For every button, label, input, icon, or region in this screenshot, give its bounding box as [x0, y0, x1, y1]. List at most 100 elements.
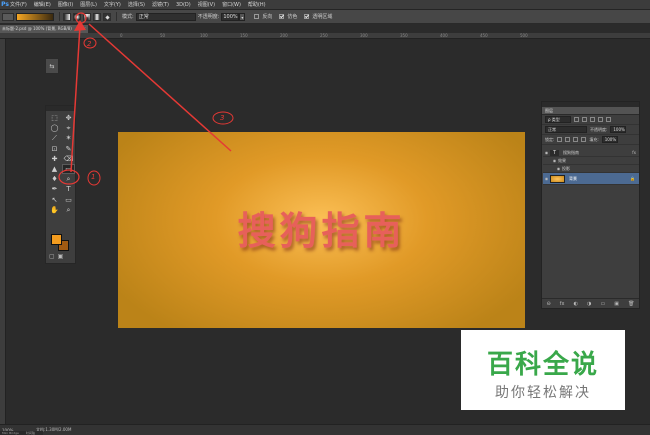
lock-position-icon[interactable]: [573, 137, 579, 142]
menu-edit[interactable]: 编辑(E): [34, 1, 51, 8]
document-canvas[interactable]: 搜狗指南: [118, 132, 525, 328]
opacity-input[interactable]: 100%: [221, 12, 240, 21]
eye-icon[interactable]: ◉: [543, 150, 550, 155]
document-tab[interactable]: 未标题-2.psd @ 100% (背景, RGB/8) ×: [0, 25, 88, 33]
reflected-gradient-button[interactable]: [93, 12, 101, 21]
eye-icon[interactable]: ◉: [555, 166, 562, 171]
tab-timeline[interactable]: 时间轴: [26, 431, 35, 435]
menu-file[interactable]: 文件(F): [10, 1, 27, 8]
eye-icon[interactable]: ◉: [551, 158, 558, 163]
add-style-icon[interactable]: fx: [560, 301, 565, 307]
path-select-tool-icon[interactable]: ↖: [48, 195, 61, 205]
rectangle-tool-icon[interactable]: ▭: [62, 195, 75, 205]
chevron-down-icon[interactable]: ▾: [239, 12, 246, 21]
quick-mask-icon[interactable]: ▢: [49, 253, 55, 260]
effects-row[interactable]: ◉ 效果: [543, 157, 639, 165]
blend-mode-select[interactable]: 正常: [545, 126, 587, 133]
gradient-tool-icon[interactable]: ▭: [62, 163, 75, 175]
drop-shadow-row[interactable]: ◉ 投影: [543, 165, 639, 173]
lock-all-icon[interactable]: [581, 137, 587, 142]
new-group-icon[interactable]: ▭: [600, 301, 605, 307]
blur-tool-icon[interactable]: ♦: [48, 174, 61, 184]
history-brush-tool-icon[interactable]: ▲: [48, 164, 61, 174]
screen-mode-icon[interactable]: ▣: [58, 253, 64, 260]
marquee-tool-icon[interactable]: ⬚: [48, 113, 61, 123]
tab-layers[interactable]: 图层: [542, 107, 639, 115]
diamond-gradient-button[interactable]: [103, 12, 111, 21]
layer-name: 搜狗指南: [563, 149, 579, 155]
lock-transparent-icon[interactable]: [557, 137, 563, 142]
vertical-ruler: [0, 39, 6, 424]
watermark-title: 百科全说: [486, 350, 599, 380]
fx-icon[interactable]: fx: [632, 150, 636, 155]
adjustment-layer-icon[interactable]: ◑: [587, 301, 591, 307]
layers-footer: ⊖ fx ◐ ◑ ▭ ▣ 🗑: [542, 298, 639, 308]
reverse-checkbox[interactable]: [254, 14, 260, 19]
new-layer-icon[interactable]: ▣: [614, 301, 619, 307]
linear-gradient-button[interactable]: [63, 12, 71, 21]
clone-stamp-tool-icon[interactable]: ✚: [48, 154, 61, 164]
filter-type-icon[interactable]: [590, 117, 595, 122]
color-swatches: [50, 233, 72, 251]
fill-input[interactable]: 100%: [601, 136, 618, 143]
brush-tool-icon[interactable]: ✎: [62, 144, 75, 154]
foreground-color-swatch[interactable]: [51, 234, 62, 245]
horizontal-ruler: 0 50 100 150 200 250 300 350 400 450 500: [0, 33, 650, 39]
menu-image[interactable]: 图像(I): [58, 1, 73, 8]
mode-select[interactable]: 正常: [135, 12, 196, 21]
tool-preset-picker[interactable]: [2, 12, 14, 21]
tab-mini-bridge[interactable]: Mini Bridge: [2, 431, 19, 435]
layers-panel: 图层 ρ 类型 正常 不透明度: 100% 锁定: 填充: 100% ◉ T 搜…: [541, 101, 640, 309]
close-icon[interactable]: ×: [83, 25, 86, 33]
menu-help[interactable]: 帮助(H): [248, 1, 266, 8]
menu-3d[interactable]: 3D(D): [176, 2, 191, 8]
menu-filter[interactable]: 滤镜(T): [152, 1, 169, 8]
layer-opacity-input[interactable]: 100%: [610, 126, 627, 133]
collapsed-panel-icon[interactable]: ⇆: [45, 58, 59, 74]
trash-icon[interactable]: 🗑: [628, 301, 634, 307]
layer-row-text[interactable]: ◉ T 搜狗指南 fx: [543, 149, 639, 157]
menu-view[interactable]: 视图(V): [198, 1, 215, 8]
dodge-tool-icon[interactable]: ⌕: [62, 174, 75, 184]
filter-smart-icon[interactable]: [606, 117, 611, 122]
menu-type[interactable]: 文字(Y): [104, 1, 121, 8]
lock-icon: 🔒: [630, 176, 635, 181]
ruler-label: 0: [120, 33, 123, 38]
reverse-label: 反向: [262, 14, 273, 20]
layer-row-background[interactable]: ◉ 背景 🔒: [543, 173, 639, 185]
crop-tool-icon[interactable]: ⟋: [48, 133, 61, 143]
mode-label: 模式:: [122, 14, 134, 20]
angle-gradient-button[interactable]: [83, 12, 91, 21]
eraser-tool-icon[interactable]: ⌫: [62, 154, 75, 164]
menu-select[interactable]: 选择(S): [128, 1, 145, 8]
zoom-tool-icon[interactable]: ⌕: [62, 205, 75, 215]
ruler-label: 100: [200, 33, 208, 38]
type-tool-icon[interactable]: T: [62, 184, 75, 194]
filter-pixel-icon[interactable]: [574, 117, 579, 122]
watermark-subtitle: 助你轻松解决: [495, 385, 591, 401]
layer-name: 背景: [569, 175, 577, 181]
filter-shape-icon[interactable]: [598, 117, 603, 122]
quick-select-tool-icon[interactable]: ⌖: [62, 123, 75, 133]
lock-pixels-icon[interactable]: [565, 137, 571, 142]
dither-checkbox[interactable]: [279, 14, 285, 19]
menu-bar: Ps 文件(F) 编辑(E) 图像(I) 图层(L) 文字(Y) 选择(S) 滤…: [0, 0, 650, 10]
link-layers-icon[interactable]: ⊖: [547, 301, 551, 307]
bottom-panel-tabs: Mini Bridge 时间轴: [0, 431, 43, 435]
gradient-editor-swatch[interactable]: [16, 12, 54, 21]
filter-adjust-icon[interactable]: [582, 117, 587, 122]
layer-filter-select[interactable]: ρ 类型: [545, 116, 571, 123]
radial-gradient-button[interactable]: [73, 12, 81, 21]
layer-filter-row: ρ 类型: [542, 115, 639, 125]
transparency-checkbox[interactable]: [304, 14, 310, 19]
eye-icon[interactable]: ◉: [543, 176, 550, 181]
pen-tool-icon[interactable]: ✒: [48, 184, 61, 194]
move-tool-icon[interactable]: ✥: [62, 113, 75, 123]
hand-tool-icon[interactable]: ✋: [48, 205, 61, 215]
healing-brush-tool-icon[interactable]: ⊡: [48, 144, 61, 154]
add-mask-icon[interactable]: ◐: [574, 301, 578, 307]
menu-layer[interactable]: 图层(L): [80, 1, 97, 8]
menu-window[interactable]: 窗口(W): [222, 1, 241, 8]
lasso-tool-icon[interactable]: ◯: [48, 123, 61, 133]
eyedropper-tool-icon[interactable]: ✶: [62, 133, 75, 143]
